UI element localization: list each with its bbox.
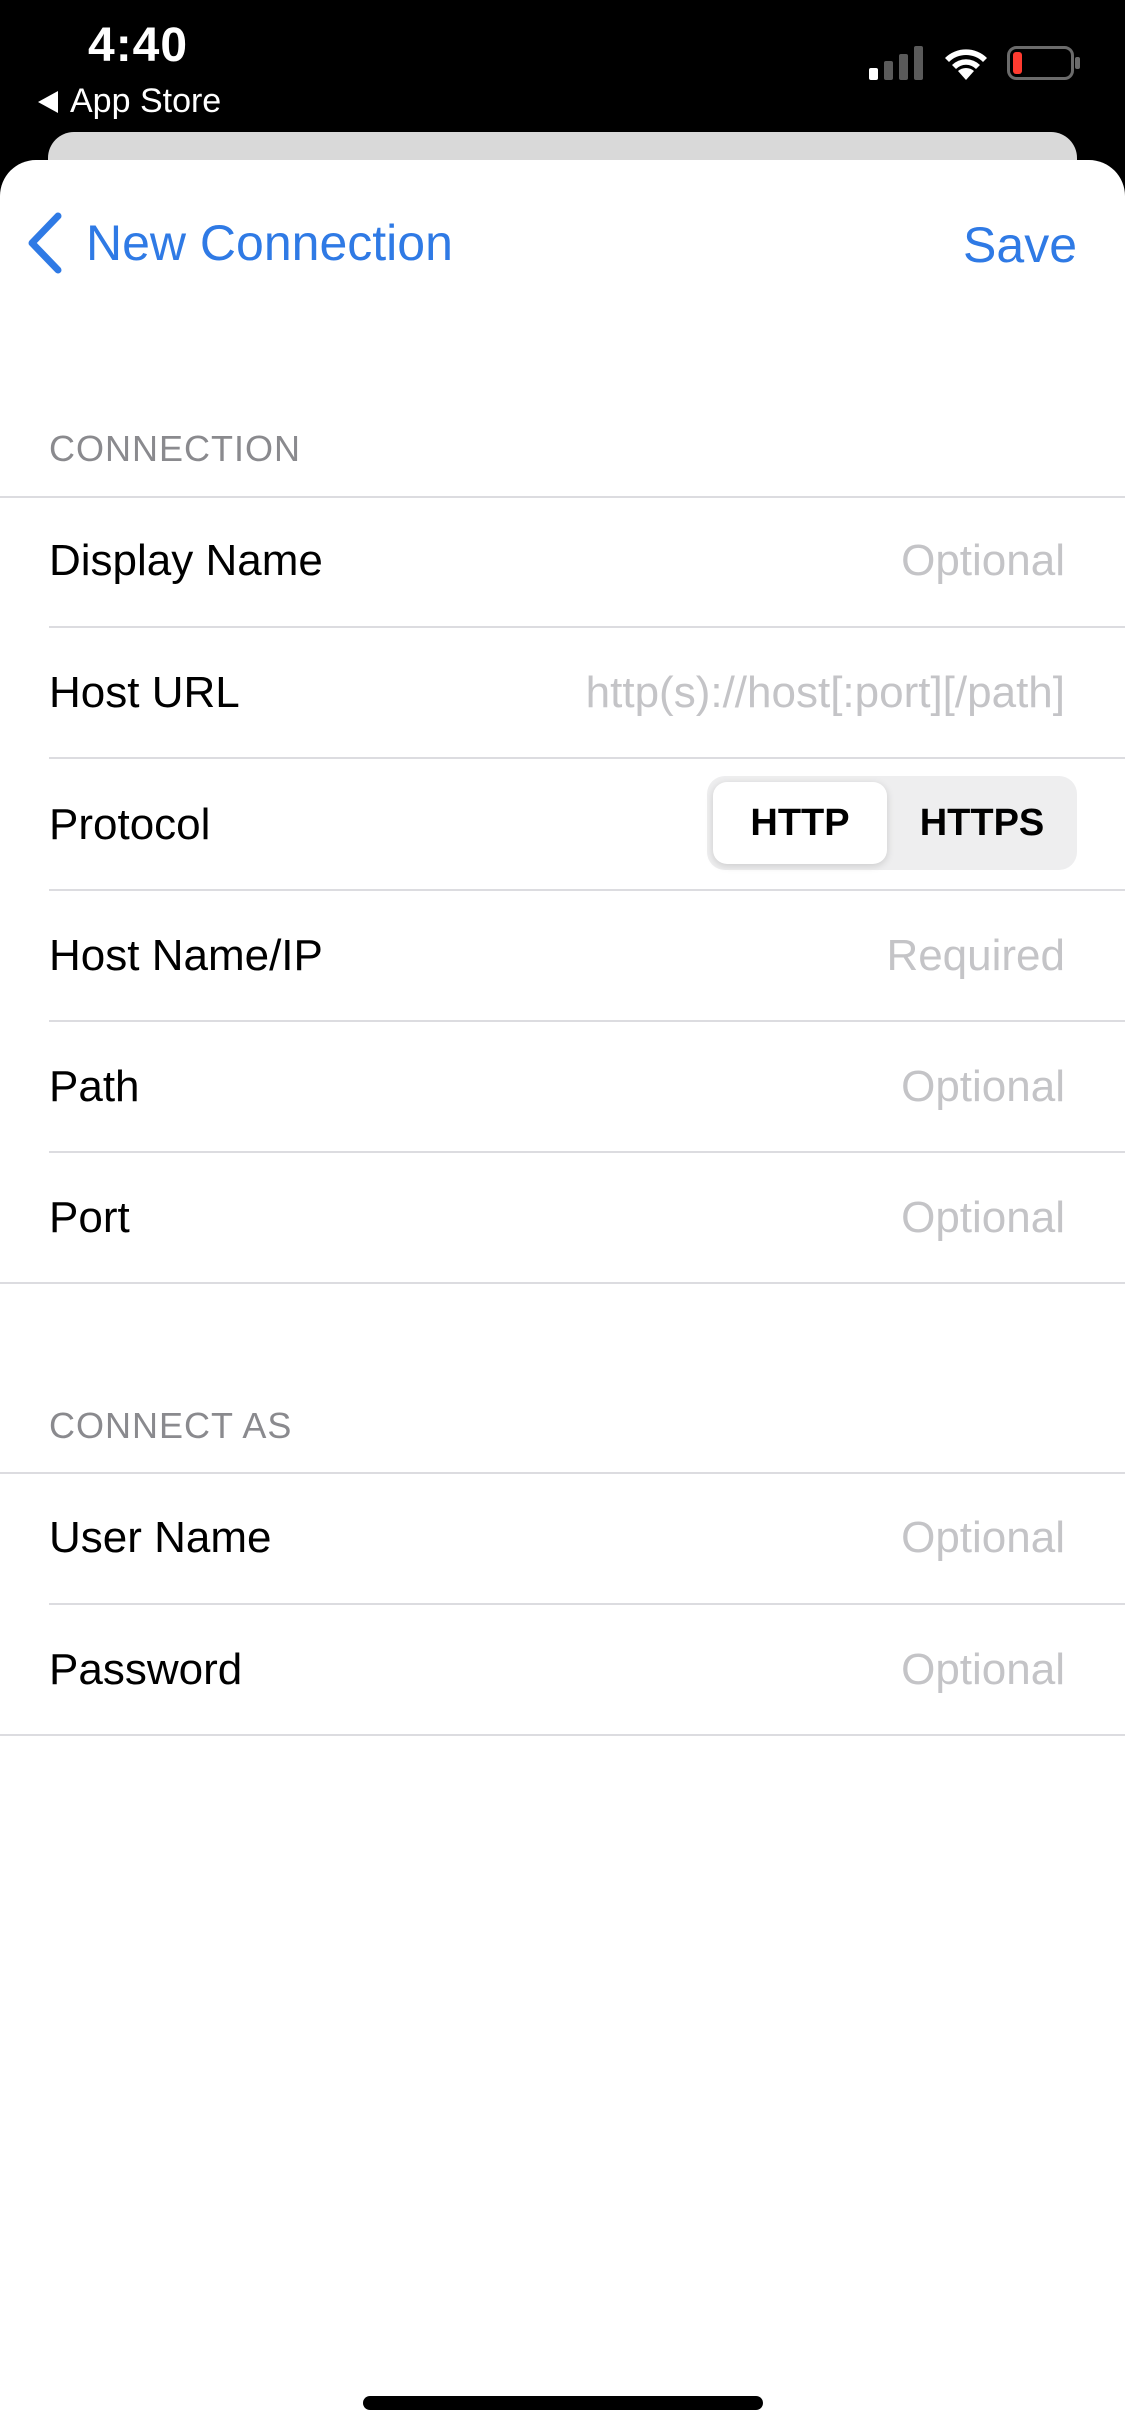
path-field[interactable]: Optional xyxy=(901,1062,1065,1112)
port-field[interactable]: Optional xyxy=(901,1193,1065,1243)
password-label: Password xyxy=(49,1645,243,1694)
separator xyxy=(0,1734,1125,1736)
status-bar: 4:40 App Store xyxy=(0,0,1125,140)
display-name-label: Display Name xyxy=(49,536,323,585)
back-app-label: App Store xyxy=(70,82,222,120)
battery-low-icon xyxy=(1007,46,1080,80)
separator xyxy=(49,757,1125,759)
segment-https[interactable]: HTTPS xyxy=(893,782,1071,864)
password-field[interactable]: Optional xyxy=(901,1645,1065,1695)
segment-http[interactable]: HTTP xyxy=(713,782,887,864)
section-header-connection: CONNECTION xyxy=(49,428,301,469)
port-label: Port xyxy=(49,1193,130,1242)
protocol-segmented-control: HTTP HTTPS xyxy=(707,776,1077,870)
host-name-label: Host Name/IP xyxy=(49,931,323,980)
separator xyxy=(49,1020,1125,1022)
protocol-label: Protocol xyxy=(49,800,211,849)
host-url-label: Host URL xyxy=(49,668,240,717)
signal-icon xyxy=(869,46,923,80)
path-label: Path xyxy=(49,1062,140,1111)
user-name-label: User Name xyxy=(49,1513,272,1562)
separator xyxy=(49,1603,1125,1605)
host-url-field[interactable]: http(s)://host[:port][/path] xyxy=(586,668,1065,718)
back-to-app-store[interactable]: App Store xyxy=(38,82,221,121)
nav-title: New Connection xyxy=(86,215,453,271)
back-button[interactable]: New Connection xyxy=(24,212,453,274)
separator xyxy=(0,1472,1125,1474)
separator xyxy=(49,889,1125,891)
separator xyxy=(49,1151,1125,1153)
section-header-connect-as: CONNECT AS xyxy=(49,1405,293,1446)
user-name-field[interactable]: Optional xyxy=(901,1513,1065,1563)
status-icons xyxy=(869,46,1081,80)
status-time: 4:40 xyxy=(88,19,189,72)
separator xyxy=(49,626,1125,628)
display-name-field[interactable]: Optional xyxy=(901,536,1065,586)
separator xyxy=(0,1282,1125,1284)
host-name-field[interactable]: Required xyxy=(886,931,1065,981)
home-indicator[interactable] xyxy=(363,2396,763,2410)
separator xyxy=(0,496,1125,498)
save-button[interactable]: Save xyxy=(963,216,1077,274)
new-connection-sheet: New Connection Save CONNECTION Display N… xyxy=(0,160,1125,2436)
wifi-icon xyxy=(945,49,987,80)
chevron-left-icon xyxy=(28,212,62,274)
back-triangle-icon xyxy=(38,90,58,113)
